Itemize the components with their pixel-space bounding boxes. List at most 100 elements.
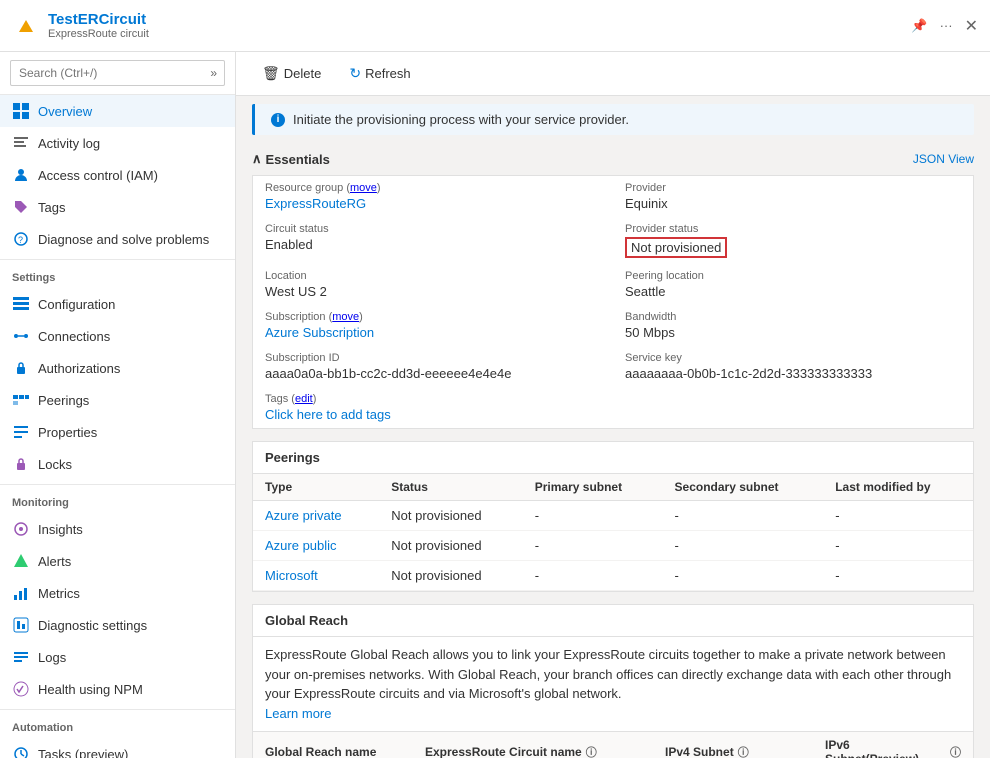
refresh-icon: ↻ [349, 65, 361, 82]
essentials-service-key: Service key aaaaaaaa-0b0b-1c1c-2d2d-3333… [613, 346, 973, 387]
pin-icon[interactable]: 📌 [911, 18, 927, 34]
automation-section-label: Automation [0, 709, 235, 738]
essentials-bandwidth: Bandwidth 50 Mbps [613, 305, 973, 346]
diagnose-icon: ? [12, 230, 30, 248]
table-row: Azure public Not provisioned - - - [253, 531, 973, 561]
peerings-title: Peerings [253, 442, 973, 474]
json-view-link[interactable]: JSON View [913, 152, 974, 166]
sidebar-item-label: Locks [38, 457, 72, 472]
gr-ipv4-help-icon: ⓘ [738, 744, 749, 758]
settings-section-label: Settings [0, 259, 235, 288]
sidebar-item-activity-log[interactable]: Activity log [0, 127, 235, 159]
sidebar-item-overview[interactable]: Overview [0, 95, 235, 127]
connections-icon [12, 327, 30, 345]
sidebar-item-configuration[interactable]: Configuration [0, 288, 235, 320]
delete-button[interactable]: 🗑 Delete [252, 60, 331, 87]
essentials-chevron-icon: ∧ [252, 151, 262, 167]
sidebar-item-label: Tags [38, 200, 65, 215]
title-bar: TestERCircuit ExpressRoute circuit 📌 ···… [0, 0, 990, 52]
gr-ipv6-help-icon: ⓘ [950, 744, 961, 758]
activity-log-icon [12, 134, 30, 152]
content-area: 🗑 Delete ↻ Refresh i Initiate the provis… [236, 52, 990, 758]
gr-col-circuit: ExpressRoute Circuit name ⓘ [413, 732, 653, 758]
sidebar-item-label: Connections [38, 329, 110, 344]
essentials-tags: Tags (edit) Click here to add tags [253, 387, 973, 428]
col-primary-subnet: Primary subnet [523, 474, 663, 501]
subscription-value[interactable]: Azure Subscription [265, 325, 374, 340]
global-reach-description: ExpressRoute Global Reach allows you to … [253, 637, 973, 731]
tags-icon [12, 198, 30, 216]
search-input[interactable] [10, 60, 225, 86]
sidebar-item-tasks[interactable]: Tasks (preview) [0, 738, 235, 758]
global-reach-table-header: Global Reach name ExpressRoute Circuit n… [253, 731, 973, 758]
sidebar-collapse-icon[interactable]: » [210, 66, 217, 80]
sidebar-item-label: Diagnostic settings [38, 618, 147, 633]
sidebar-item-peerings[interactable]: Peerings [0, 384, 235, 416]
overview-icon [12, 102, 30, 120]
gr-circuit-help-icon: ⓘ [586, 744, 597, 758]
sidebar-item-properties[interactable]: Properties [0, 416, 235, 448]
sidebar-item-diagnostic-settings[interactable]: Diagnostic settings [0, 609, 235, 641]
gr-col-ipv6: IPv6 Subnet(Preview) ⓘ [813, 732, 973, 758]
sidebar-item-logs[interactable]: Logs [0, 641, 235, 673]
auth-icon [12, 359, 30, 377]
sidebar-search-wrapper: » [0, 52, 235, 95]
info-icon: i [271, 113, 285, 127]
sidebar-item-metrics[interactable]: Metrics [0, 577, 235, 609]
peering-type-azure-public[interactable]: Azure public [265, 538, 337, 553]
sidebar-item-label: Properties [38, 425, 97, 440]
sidebar-item-label: Insights [38, 522, 83, 537]
peering-type-azure-private[interactable]: Azure private [265, 508, 342, 523]
insights-icon [12, 520, 30, 538]
sidebar-item-label: Health using NPM [38, 682, 143, 697]
sidebar-item-iam[interactable]: Access control (IAM) [0, 159, 235, 191]
subscription-move-link[interactable]: move [332, 311, 359, 323]
sidebar-item-locks[interactable]: Locks [0, 448, 235, 480]
essentials-subscription: Subscription (move) Azure Subscription [253, 305, 613, 346]
peering-type-microsoft[interactable]: Microsoft [265, 568, 318, 583]
sidebar-item-insights[interactable]: Insights [0, 513, 235, 545]
sidebar-item-label: Metrics [38, 586, 80, 601]
config-icon [12, 295, 30, 313]
essentials-header: ∧ Essentials JSON View [252, 143, 974, 175]
properties-icon [12, 423, 30, 441]
essentials-grid: Resource group (move) ExpressRouteRG Pro… [252, 175, 974, 429]
essentials-subscription-id: Subscription ID aaaa0a0a-bb1b-cc2c-dd3d-… [253, 346, 613, 387]
table-row: Azure private Not provisioned - - - [253, 501, 973, 531]
sidebar-item-authorizations[interactable]: Authorizations [0, 352, 235, 384]
refresh-button[interactable]: ↻ Refresh [339, 60, 420, 87]
tags-edit-link[interactable]: edit [295, 393, 313, 405]
col-type: Type [253, 474, 379, 501]
sidebar-item-diagnose[interactable]: ? Diagnose and solve problems [0, 223, 235, 255]
alerts-icon [12, 552, 30, 570]
sidebar-item-health-npm[interactable]: Health using NPM [0, 673, 235, 705]
sidebar-item-label: Diagnose and solve problems [38, 232, 209, 247]
essentials-location: Location West US 2 [253, 264, 613, 305]
table-row: Microsoft Not provisioned - - - [253, 561, 973, 591]
info-banner: i Initiate the provisioning process with… [252, 104, 974, 135]
learn-more-link[interactable]: Learn more [265, 706, 331, 721]
tasks-icon [12, 745, 30, 758]
close-icon[interactable]: ✕ [965, 16, 978, 36]
sidebar-item-tags[interactable]: Tags [0, 191, 235, 223]
svg-text:?: ? [18, 235, 23, 245]
sidebar-item-label: Access control (IAM) [38, 168, 158, 183]
sidebar-item-label: Tasks (preview) [38, 747, 128, 758]
metrics-icon [12, 584, 30, 602]
sidebar-item-label: Configuration [38, 297, 115, 312]
sidebar-item-connections[interactable]: Connections [0, 320, 235, 352]
add-tags-link[interactable]: Click here to add tags [265, 407, 391, 422]
sidebar: » Overview Activity log Access control (… [0, 52, 236, 758]
sidebar-item-alerts[interactable]: Alerts [0, 545, 235, 577]
global-reach-title: Global Reach [253, 605, 973, 637]
gr-col-ipv4: IPv4 Subnet ⓘ [653, 732, 813, 758]
app-icon [12, 12, 40, 40]
essentials-provider: Provider Equinix [613, 176, 973, 217]
sidebar-item-label: Overview [38, 104, 92, 119]
resource-group-value[interactable]: ExpressRouteRG [265, 196, 366, 211]
more-icon[interactable]: ··· [940, 18, 953, 33]
resource-group-move-link[interactable]: move [350, 182, 377, 194]
essentials-circuit-status: Circuit status Enabled [253, 217, 613, 264]
essentials-provider-status: Provider status Not provisioned [613, 217, 973, 264]
delete-icon: 🗑 [262, 65, 280, 82]
